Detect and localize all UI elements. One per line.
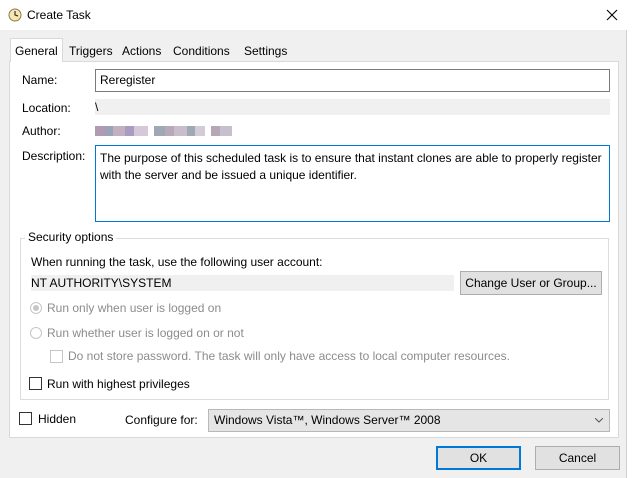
account-prompt: When running the task, use the following… bbox=[31, 255, 323, 269]
security-options-title: Security options bbox=[25, 230, 117, 244]
location-value: \ bbox=[95, 100, 99, 114]
title-bar bbox=[0, 0, 632, 30]
hidden-label: Hidden bbox=[38, 412, 77, 426]
highest-privileges-label: Run with highest privileges bbox=[47, 377, 190, 391]
checkbox-no-store-password[interactable] bbox=[50, 350, 63, 363]
ok-button[interactable]: OK bbox=[436, 446, 521, 470]
window-title: Create Task bbox=[27, 8, 91, 22]
description-field[interactable]: The purpose of this scheduled task is to… bbox=[95, 145, 610, 222]
account-value: NT AUTHORITY\SYSTEM bbox=[31, 276, 172, 290]
radio-run-logged-on-label: Run only when user is logged on bbox=[47, 301, 222, 315]
change-user-or-group-button[interactable]: Change User or Group... bbox=[460, 271, 602, 295]
tab-settings[interactable]: Settings bbox=[240, 41, 291, 61]
cancel-button[interactable]: Cancel bbox=[535, 446, 620, 470]
description-label: Description: bbox=[22, 149, 86, 163]
author-value-redacted bbox=[95, 123, 255, 136]
radio-run-logged-on[interactable] bbox=[30, 302, 42, 314]
location-bar bbox=[95, 99, 610, 115]
checkbox-hidden[interactable] bbox=[19, 412, 32, 425]
tab-general[interactable]: General bbox=[10, 38, 63, 62]
name-field[interactable]: Reregister bbox=[95, 69, 610, 92]
clock-icon bbox=[8, 8, 22, 22]
tab-conditions[interactable]: Conditions bbox=[169, 41, 234, 61]
close-button[interactable] bbox=[598, 4, 626, 26]
author-label: Author: bbox=[22, 124, 61, 138]
name-label: Name: bbox=[22, 73, 58, 87]
no-store-password-label: Do not store password. The task will onl… bbox=[68, 349, 510, 363]
radio-run-whether[interactable] bbox=[30, 327, 42, 339]
configure-for-value: Windows Vista™, Windows Server™ 2008 bbox=[214, 413, 441, 427]
tab-actions[interactable]: Actions bbox=[118, 41, 165, 61]
tab-triggers[interactable]: Triggers bbox=[65, 41, 117, 61]
radio-run-whether-label: Run whether user is logged on or not bbox=[47, 326, 244, 340]
checkbox-highest-privileges[interactable] bbox=[29, 377, 42, 390]
background-window-edge bbox=[626, 30, 632, 478]
close-icon bbox=[606, 9, 618, 21]
configure-for-label: Configure for: bbox=[125, 413, 198, 427]
configure-for-select[interactable]: Windows Vista™, Windows Server™ 2008 bbox=[208, 409, 610, 432]
chevron-down-icon bbox=[595, 418, 603, 423]
location-label: Location: bbox=[22, 101, 71, 115]
